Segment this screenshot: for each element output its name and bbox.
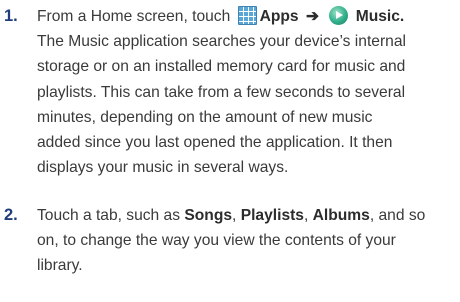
step-text: Touch a tab, such as Songs, Playlists, A… xyxy=(37,203,460,279)
body-line: minutes, depending on the amount of new … xyxy=(37,108,373,126)
instruction-text: , and so xyxy=(369,207,426,224)
body-line: The Music application searches your devi… xyxy=(37,33,406,51)
body-line: displays your music in several ways. xyxy=(37,159,289,177)
apps-label: Apps xyxy=(259,8,299,25)
music-label: Music xyxy=(355,8,400,25)
step-text: From a Home screen, touch Apps ➔ Music. … xyxy=(37,4,460,180)
apps-grid-icon xyxy=(237,6,257,25)
songs-tab-label: Songs xyxy=(184,207,233,224)
playlists-tab-label: Playlists xyxy=(240,207,304,224)
albums-tab-label: Albums xyxy=(312,207,370,224)
step-number: 1. xyxy=(4,7,18,25)
body-line: on, to change the way you view the conte… xyxy=(37,232,396,250)
instruction-text: Touch a tab, such as xyxy=(37,207,181,224)
body-line: library. xyxy=(37,257,83,275)
sentence-end: . xyxy=(399,8,405,25)
instruction-text: From a Home screen, touch xyxy=(37,8,231,25)
music-play-icon xyxy=(329,6,349,25)
step-first-line: Touch a tab, such as Songs, Playlists, A… xyxy=(37,203,460,228)
arrow-icon: ➔ xyxy=(305,8,320,25)
separator: , xyxy=(232,207,241,224)
body-line: playlists. This can take from a few seco… xyxy=(37,83,406,101)
body-line: added since you last opened the applicat… xyxy=(37,133,393,151)
body-line: storage or on an installed memory card f… xyxy=(37,58,406,76)
instruction-document: 1. From a Home screen, touch Apps ➔ Musi… xyxy=(0,0,460,302)
step-first-line: From a Home screen, touch Apps ➔ Music. xyxy=(37,4,460,29)
separator: , xyxy=(303,207,313,224)
step-number: 2. xyxy=(4,206,18,224)
